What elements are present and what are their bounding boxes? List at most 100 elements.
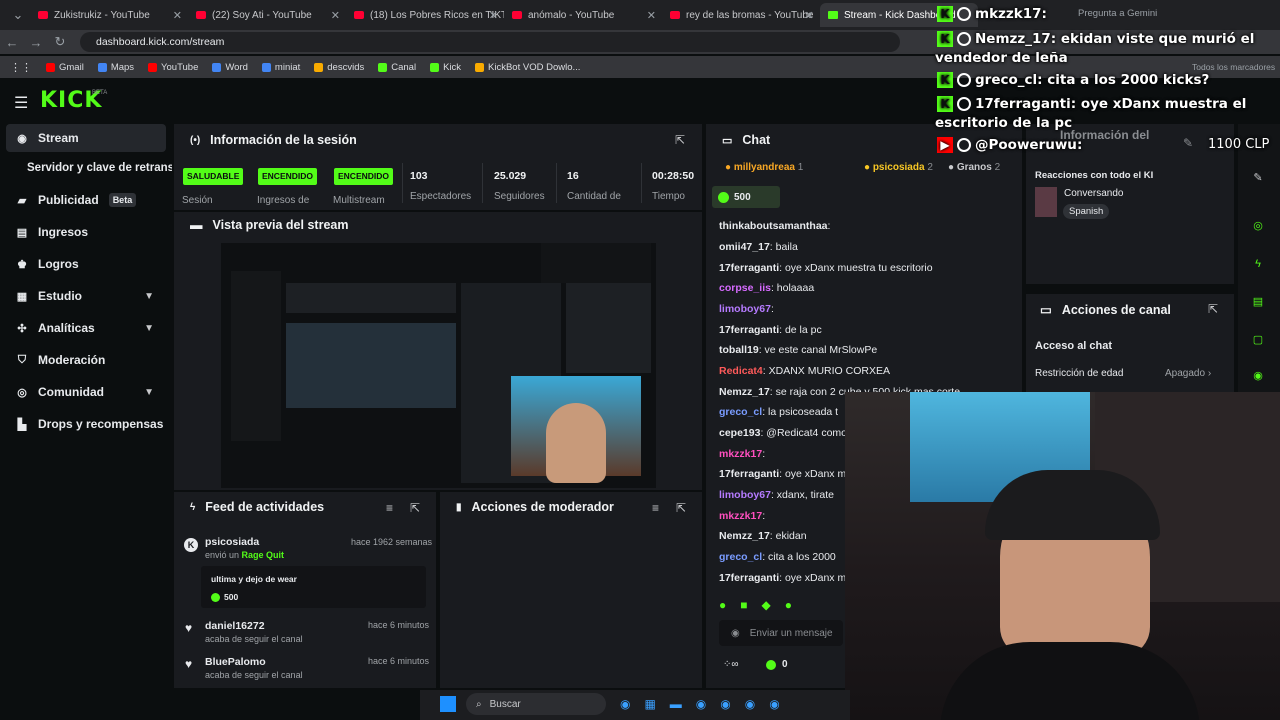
chat-username[interactable]: 17ferraganti — [719, 572, 779, 584]
sidebar-item-analytics[interactable]: ✣ Analíticas ▼ — [6, 314, 166, 342]
activity-feed-header: ϟ Feed de actividades — [190, 500, 324, 514]
bookmark-kick[interactable]: Kick — [430, 62, 461, 73]
chat-username[interactable]: limoboy67 — [719, 489, 771, 501]
sidebar-item-ads[interactable]: ▰ Publicidad Beta — [6, 186, 166, 214]
browser-tab[interactable]: (22) Soy Ati - YouTube ✕ — [188, 3, 346, 27]
bookmark-gmail[interactable]: Gmail — [46, 62, 84, 73]
sidebar-item-income[interactable]: ▤ Ingresos — [6, 218, 166, 246]
top-gifter[interactable]: ● psicosiada 2 — [864, 162, 933, 173]
chat-username[interactable]: toball19 — [719, 344, 759, 356]
chat-username[interactable]: Nemzz_17 — [719, 530, 770, 542]
category-name[interactable]: Conversando — [1064, 188, 1123, 199]
browser-tab[interactable]: anómalo - YouTube ✕ — [504, 3, 662, 27]
taskbar-apps[interactable]: ◉▦▬◉◉◉◉ — [620, 697, 794, 711]
chevron-down-icon: ▼ — [144, 290, 154, 302]
tab-list-icon[interactable]: ⌄ — [6, 7, 30, 23]
close-icon[interactable]: ✕ — [173, 9, 182, 22]
top-gifter[interactable]: ● Granos 2 — [948, 162, 1000, 173]
chat-username[interactable]: mkzzk17 — [719, 510, 762, 522]
popout-icon[interactable]: ⇱ — [675, 133, 685, 147]
chat-username[interactable]: greco_cl — [719, 551, 762, 563]
stream-preview-video[interactable] — [221, 243, 656, 488]
chat-username[interactable]: Redicat4 — [719, 365, 763, 377]
category-thumbnail[interactable] — [1035, 187, 1057, 217]
feed-user[interactable]: BluePalomo — [205, 656, 266, 668]
session-icon: (•) — [190, 134, 201, 146]
chat-bubble-icon[interactable]: ▢ — [1246, 328, 1270, 352]
filter-icon[interactable]: ≡ — [386, 501, 393, 515]
sidebar-item-moderation[interactable]: ⛉ Moderación — [6, 346, 166, 374]
sidebar-item-studio[interactable]: ▦ Estudio ▼ — [6, 282, 166, 310]
bookmark-word[interactable]: Word — [212, 62, 248, 73]
clipboard-icon[interactable]: ▤ — [1246, 290, 1270, 314]
beta-badge: Beta — [108, 193, 137, 207]
settings-icon[interactable]: ⁘∞ — [723, 659, 739, 670]
chat-username[interactable]: limoboy67 — [719, 303, 771, 315]
close-icon[interactable]: ✕ — [331, 9, 340, 22]
kicks-balance[interactable]: 0 — [766, 659, 788, 670]
feed-user[interactable]: daniel16272 — [205, 620, 265, 632]
apps-icon[interactable]: ⋮⋮ — [10, 61, 32, 74]
lightning-icon[interactable]: ϟ — [1246, 252, 1270, 276]
reload-icon[interactable]: ↻ — [48, 34, 72, 50]
all-bookmarks[interactable]: Todos los marcadores — [1192, 62, 1275, 72]
chat-username[interactable]: omii47_17 — [719, 241, 770, 253]
emote-bar[interactable]: ●■◆● — [719, 598, 806, 612]
moderator-actions-header: ▮ Acciones de moderador — [456, 500, 614, 514]
feed-amount: 500 — [211, 592, 238, 602]
chat-username[interactable]: 17ferraganti — [719, 468, 779, 480]
gifter-count: 2 — [927, 162, 933, 173]
url-field[interactable]: dashboard.kick.com/stream — [80, 32, 900, 52]
user-icon — [957, 7, 971, 21]
chat-username[interactable]: cepe193 — [719, 427, 760, 439]
chat-username[interactable]: corpse_iis — [719, 282, 771, 294]
top-gifter[interactable]: ● millyandreaa 1 — [725, 162, 803, 173]
forward-icon[interactable]: → — [24, 35, 48, 50]
youtube-badge-icon: ▶ — [937, 137, 953, 153]
feed-user[interactable]: psicosiada — [205, 536, 259, 548]
sidebar-item-community[interactable]: ◎ Comunidad ▼ — [6, 378, 166, 406]
pinned-kicks[interactable]: 500 — [712, 186, 780, 208]
overlay-chat-line: K 17ferraganti: oye xDanx muestra el — [937, 96, 1246, 112]
sidebar-item-drops[interactable]: ▙ Drops y recompensas — [6, 410, 166, 438]
browser-tab[interactable]: rey de las bromas - YouTube ✕ — [662, 3, 820, 27]
popout-icon[interactable]: ⇱ — [1208, 302, 1218, 316]
bookmark-youtube[interactable]: YouTube — [148, 62, 198, 73]
chat-username[interactable]: 17ferraganti — [719, 324, 779, 336]
sidebar-item-stream[interactable]: ◉ Stream — [6, 124, 166, 152]
age-restriction-value[interactable]: Apagado › — [1165, 368, 1211, 379]
chat-username[interactable]: greco_cl — [719, 406, 762, 418]
bolt-icon: ϟ — [190, 501, 196, 513]
edit-icon[interactable]: ✎ — [1183, 136, 1193, 150]
chat-username[interactable]: Nemzz_17 — [719, 386, 770, 398]
target-icon[interactable]: ◎ — [1246, 214, 1270, 238]
close-icon[interactable]: ✕ — [805, 9, 814, 22]
bookmark-kickbot[interactable]: KickBot VOD Dowlo... — [475, 62, 580, 73]
chat-username[interactable]: 17ferraganti — [719, 262, 779, 274]
browser-tab[interactable]: Zukistrukiz - YouTube ✕ — [30, 3, 188, 27]
close-icon[interactable]: ✕ — [647, 9, 656, 22]
sidebar-item-server-key[interactable]: Servidor y clave de retransm — [6, 154, 172, 182]
close-icon[interactable]: ✕ — [489, 9, 498, 22]
popout-icon[interactable]: ⇱ — [410, 501, 420, 515]
back-icon[interactable]: ← — [0, 35, 24, 50]
windows-start-icon[interactable] — [440, 696, 456, 712]
bookmark-descvids[interactable]: descvids — [314, 62, 364, 73]
broadcast-icon[interactable]: ◉ — [1246, 364, 1270, 388]
chat-input[interactable]: ◉ Enviar un mensaje — [719, 620, 843, 646]
overlay-user: mkzzk17 — [975, 6, 1042, 22]
browser-tab[interactable]: (18) Los Pobres Ricos en TIKTOK✕ — [346, 3, 504, 27]
chat-username[interactable]: mkzzk17 — [719, 448, 762, 460]
chat-username[interactable]: thinkaboutsamanthaa — [719, 220, 828, 232]
filter-icon[interactable]: ≡ — [652, 501, 659, 515]
sidebar-item-achievements[interactable]: ♚ Logros — [6, 250, 166, 278]
gemini-button[interactable]: Pregunta a Gemini — [1078, 8, 1157, 19]
popout-icon[interactable]: ⇱ — [676, 501, 686, 515]
pencil-icon[interactable]: ✎ — [1246, 166, 1270, 190]
bookmark-canal[interactable]: Canal — [378, 62, 416, 73]
menu-icon[interactable]: ☰ — [14, 93, 28, 113]
bookmark-miniat[interactable]: miniat — [261, 62, 300, 73]
stat-value: 16 — [567, 170, 579, 182]
taskbar-search[interactable]: ⌕ Buscar — [466, 693, 606, 715]
bookmark-maps[interactable]: Maps — [97, 62, 134, 73]
